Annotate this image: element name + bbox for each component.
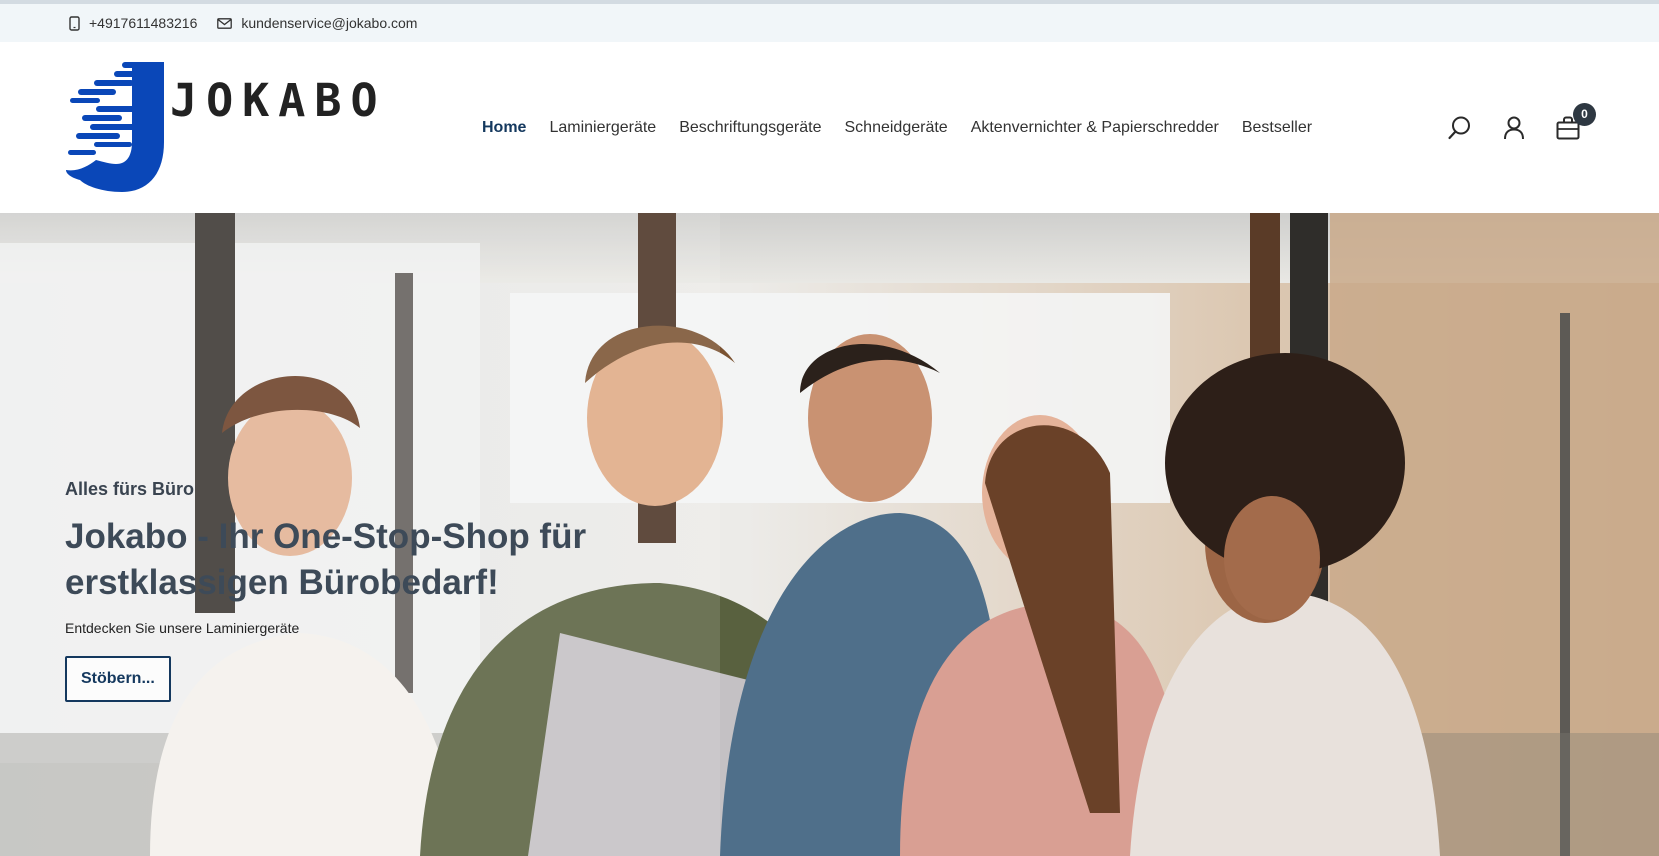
- hero-subtitle: Entdecken Sie unsere Laminiergeräte: [65, 620, 300, 636]
- hero-content: Alles fürs Büro Jokabo - Ihr One-Stop-Sh…: [65, 479, 685, 702]
- nav-item-beschriftungsgeraete[interactable]: Beschriftungsgeräte: [679, 119, 821, 137]
- phone-contact[interactable]: +4917611483216: [69, 15, 197, 31]
- nav-item-schneidgeraete[interactable]: Schneidgeräte: [845, 119, 948, 137]
- browse-button[interactable]: Stöbern...: [65, 656, 171, 702]
- email-address: kundenservice@jokabo.com: [241, 15, 418, 31]
- account-button[interactable]: [1501, 115, 1527, 141]
- user-icon: [1504, 116, 1524, 139]
- jokabo-logo[interactable]: JOKABO: [66, 62, 386, 194]
- contact-topbar: +4917611483216 kundenservice@jokabo.com: [0, 4, 1659, 42]
- nav-item-laminiergeraete[interactable]: Laminiergeräte: [549, 119, 656, 137]
- nav-item-home[interactable]: Home: [482, 119, 526, 137]
- nav-item-aktenvernichter[interactable]: Aktenvernichter & Papierschredder: [971, 119, 1219, 137]
- nav-item-bestseller[interactable]: Bestseller: [1242, 119, 1312, 137]
- hero-banner: Alles fürs Büro Jokabo - Ihr One-Stop-Sh…: [0, 213, 1659, 856]
- hero-eyebrow: Alles fürs Büro: [65, 479, 195, 499]
- search-icon: [1448, 116, 1470, 139]
- logo-wordmark: JOKABO: [170, 74, 387, 127]
- phone-number: +4917611483216: [89, 15, 198, 31]
- logo-mark: [66, 62, 164, 192]
- main-navigation: Home Laminiergeräte Beschriftungsgeräte …: [482, 42, 1335, 213]
- phone-icon: [69, 15, 80, 31]
- site-header: JOKABO Home Laminiergeräte Beschriftungs…: [0, 42, 1659, 213]
- cart-button[interactable]: 0: [1555, 102, 1596, 141]
- cart-count-badge: 0: [1573, 102, 1596, 126]
- header-actions: 0: [1447, 42, 1609, 213]
- hero-title: Jokabo - Ihr One-Stop-Shop für erstklass…: [65, 517, 587, 602]
- email-contact[interactable]: kundenservice@jokabo.com: [217, 15, 417, 31]
- search-button[interactable]: [1447, 115, 1473, 141]
- mail-icon: [217, 17, 233, 29]
